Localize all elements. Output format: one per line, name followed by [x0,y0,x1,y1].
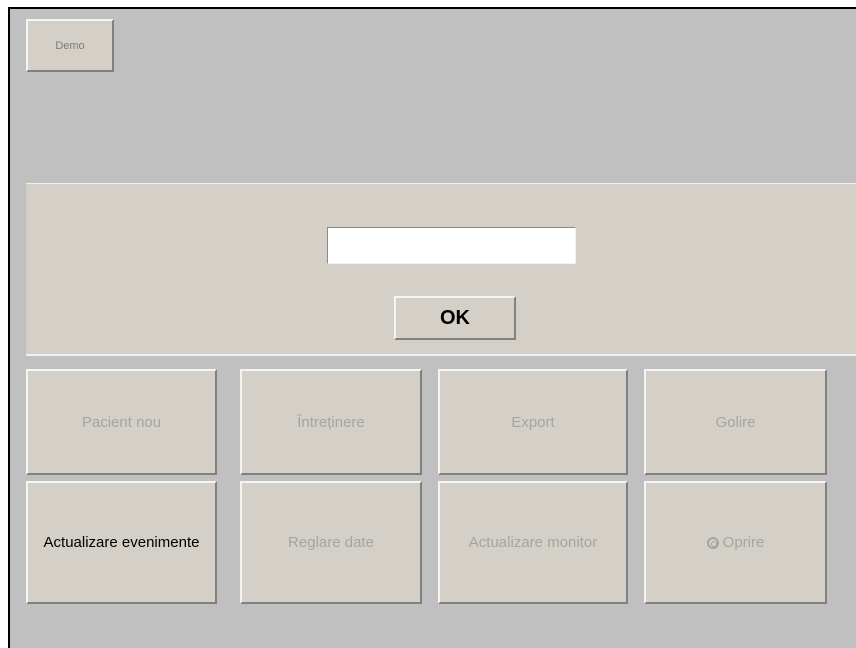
pacient-nou-button[interactable]: Pacient nou [26,369,217,475]
ok-button-label: OK [440,306,470,329]
login-panel: OK [26,183,856,356]
demo-button-label: Demo [55,39,85,52]
power-icon [706,536,719,549]
actualizare-evenimente-button[interactable]: Actualizare evenimente [26,481,217,604]
pacient-nou-label: Pacient nou [81,413,162,431]
demo-button[interactable]: Demo [26,19,114,72]
intretinere-button[interactable]: Întreținere [240,369,422,475]
golire-button[interactable]: Golire [644,369,827,475]
actualizare-evenimente-label: Actualizare evenimente [43,534,200,551]
ok-button[interactable]: OK [394,296,516,340]
pin-input[interactable] [327,227,576,264]
oprire-button[interactable]: Oprire [644,481,827,604]
reglare-date-button[interactable]: Reglare date [240,481,422,604]
export-label: Export [511,413,555,431]
golire-label: Golire [715,413,756,431]
intretinere-label: Întreținere [297,413,365,431]
reglare-date-label: Reglare date [288,534,374,551]
export-button[interactable]: Export [438,369,628,475]
actualizare-monitor-button[interactable]: Actualizare monitor [438,481,628,604]
actualizare-monitor-label: Actualizare monitor [468,534,598,551]
application-screen: Demo OK Pacient nou Întreținere Export G… [8,7,856,648]
oprire-label: Oprire [722,534,765,551]
